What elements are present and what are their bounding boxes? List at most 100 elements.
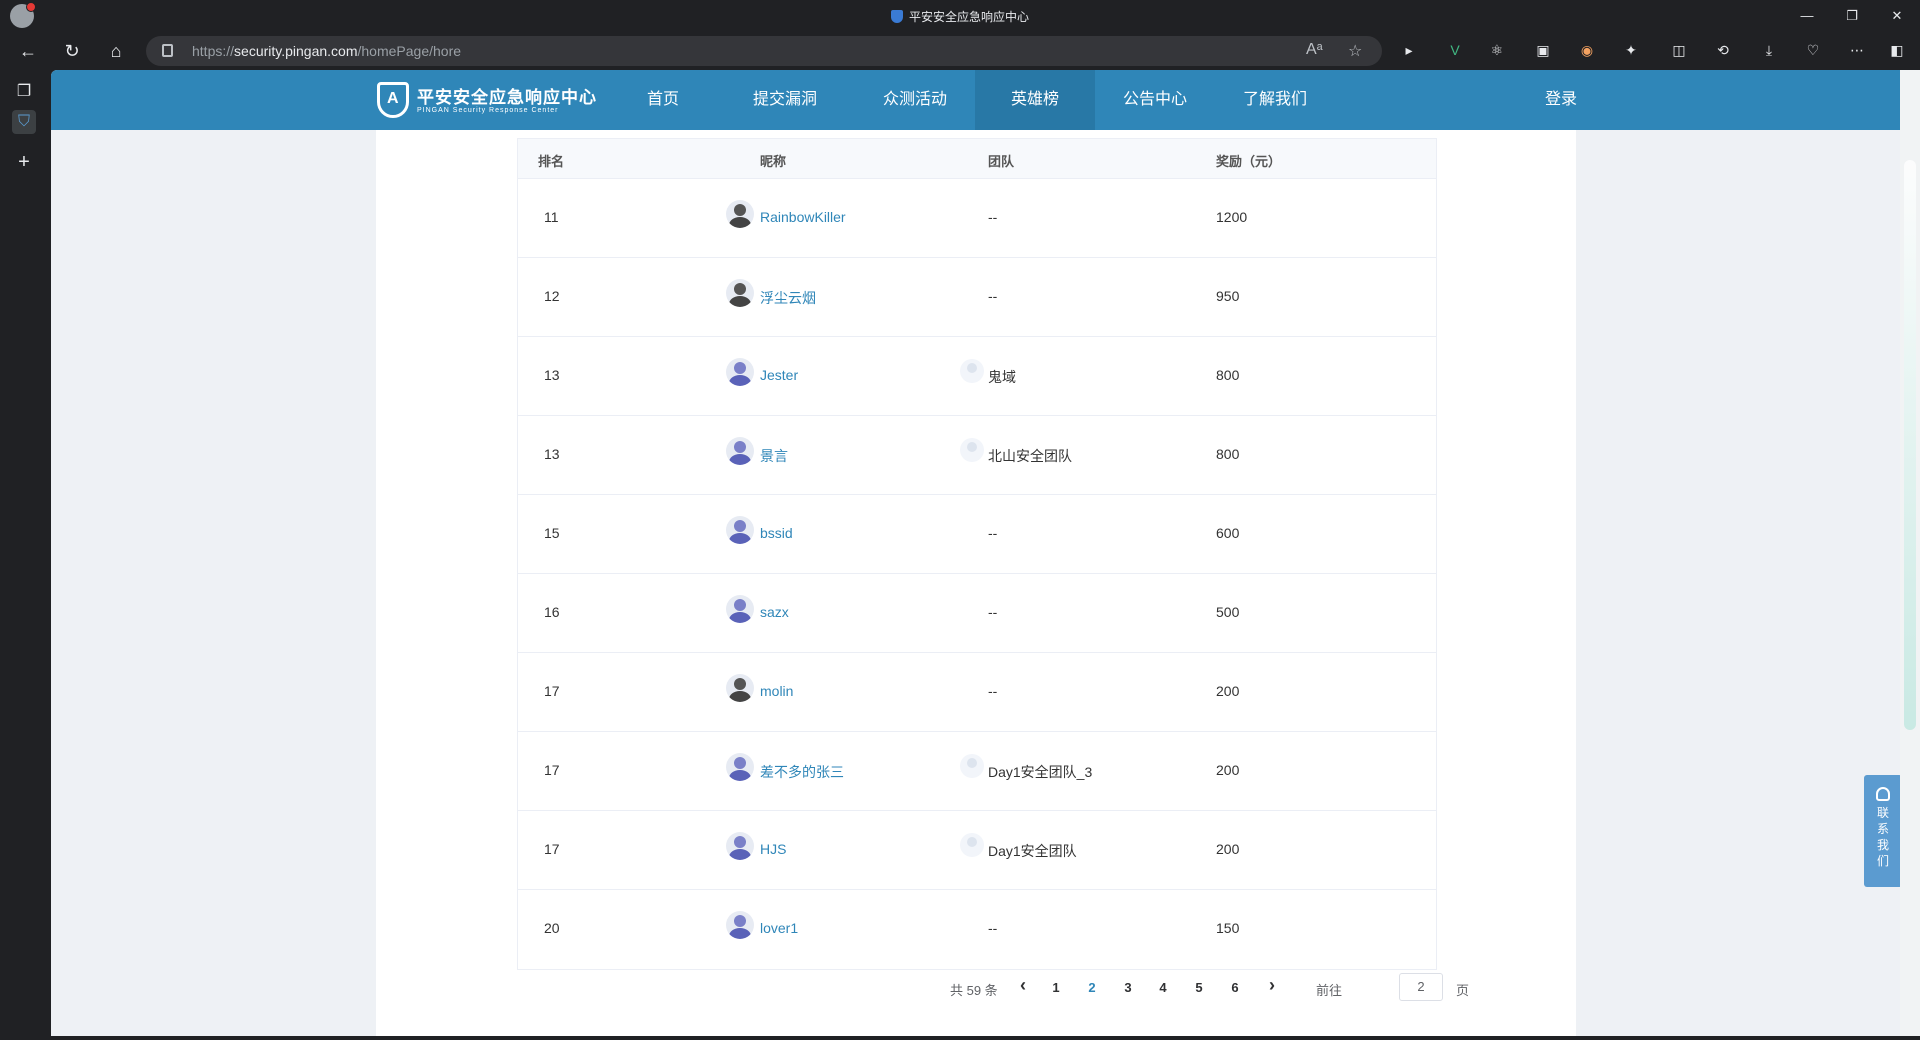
site-logo[interactable]: 平安安全应急响应中心 PINGAN Security Response Cent… xyxy=(377,82,596,120)
user-avatar[interactable] xyxy=(726,832,754,860)
user-avatar[interactable] xyxy=(726,674,754,702)
nav-hall-of-fame[interactable]: 英雄榜 xyxy=(975,70,1095,130)
rank-cell: 17 xyxy=(544,841,560,857)
page-1[interactable]: 1 xyxy=(1046,980,1066,995)
rank-cell: 15 xyxy=(544,525,560,541)
page-2[interactable]: 2 xyxy=(1082,980,1102,995)
user-avatar[interactable] xyxy=(726,753,754,781)
page-6[interactable]: 6 xyxy=(1225,980,1245,995)
reward-cell: 950 xyxy=(1216,288,1240,304)
nav-announcements[interactable]: 公告中心 xyxy=(1095,70,1215,130)
nav-about-us[interactable]: 了解我们 xyxy=(1215,70,1335,130)
download-icon[interactable]: ⤓ xyxy=(1760,41,1778,59)
new-tab-icon[interactable]: + xyxy=(12,150,36,174)
login-link[interactable]: 登录 xyxy=(1521,70,1601,130)
active-tab-shield-icon[interactable]: ⛉ xyxy=(12,110,36,134)
home-icon[interactable]: ⌂ xyxy=(104,39,128,63)
next-page-button[interactable]: › xyxy=(1262,975,1282,996)
team-cell: -- xyxy=(988,525,998,541)
rank-cell: 12 xyxy=(544,288,560,304)
nickname-link[interactable]: HJS xyxy=(760,841,786,857)
browser-toolbar: ← ↻ ⌂ https://security.pingan.com/homePa… xyxy=(0,32,1920,70)
history-icon[interactable]: ⟲ xyxy=(1714,41,1732,59)
user-avatar[interactable] xyxy=(726,279,754,307)
table-body: 11 RainbowKiller -- 1200 12 浮尘云烟 -- 950 13 Jester… xyxy=(518,179,1436,969)
shield-icon xyxy=(890,10,903,23)
goto-page-input[interactable]: 2 xyxy=(1399,973,1443,1001)
leaderboard-table: 排名 昵称 团队 奖励（元） 11 RainbowKiller -- 1200 12 浮尘… xyxy=(517,138,1437,970)
nickname-link[interactable]: sazx xyxy=(760,604,789,620)
vue-devtools-icon[interactable]: V xyxy=(1446,41,1464,59)
prev-page-button[interactable]: ‹ xyxy=(1013,975,1033,996)
site-header: 平安安全应急响应中心 PINGAN Security Response Cent… xyxy=(51,70,1900,130)
tab-actions-icon[interactable]: ❐ xyxy=(12,80,36,104)
page-viewport: 平安安全应急响应中心 PINGAN Security Response Cent… xyxy=(51,70,1900,1036)
play-icon[interactable]: ▸ xyxy=(1400,41,1418,59)
user-avatar[interactable] xyxy=(726,516,754,544)
nickname-link[interactable]: Jester xyxy=(760,367,798,383)
table-row: 15 bssid -- 600 xyxy=(518,495,1436,574)
goto-label: 前往 xyxy=(1316,983,1343,998)
logo-subtitle: PINGAN Security Response Center xyxy=(417,107,559,114)
contact-us-label: 联系我们 xyxy=(1876,806,1889,868)
minimize-button[interactable]: — xyxy=(1797,6,1817,26)
avatar-extension-icon[interactable]: ◉ xyxy=(1578,41,1596,59)
header-rank: 排名 xyxy=(538,154,565,169)
contact-us-button[interactable]: 联系我们 xyxy=(1864,775,1900,887)
user-avatar[interactable] xyxy=(726,358,754,386)
table-row: 16 sazx -- 500 xyxy=(518,574,1436,653)
puzzle-extensions-icon[interactable]: ✦ xyxy=(1622,41,1640,59)
more-menu-icon[interactable]: ⋯ xyxy=(1848,41,1866,59)
rank-cell: 13 xyxy=(544,446,560,462)
goto-suffix: 页 xyxy=(1456,983,1470,998)
table-row: 17 HJS Day1安全团队 200 xyxy=(518,811,1436,890)
team-avatar xyxy=(960,438,984,462)
page-5[interactable]: 5 xyxy=(1189,980,1209,995)
react-devtools-icon[interactable]: ⚛ xyxy=(1488,41,1506,59)
url-text[interactable]: https://security.pingan.com/homePage/hor… xyxy=(192,43,461,59)
rank-cell: 17 xyxy=(544,762,560,778)
table-row: 20 lover1 -- 150 xyxy=(518,890,1436,969)
nickname-link[interactable]: lover1 xyxy=(760,920,798,936)
user-avatar[interactable] xyxy=(726,200,754,228)
team-cell: -- xyxy=(988,288,998,304)
rank-cell: 11 xyxy=(544,209,559,225)
table-header: 排名 昵称 团队 奖励（元） xyxy=(518,139,1436,179)
nav-home[interactable]: 首页 xyxy=(611,70,715,130)
refresh-icon[interactable]: ↻ xyxy=(60,39,84,63)
extension-icon[interactable]: ▣ xyxy=(1534,41,1552,59)
user-avatar[interactable] xyxy=(726,911,754,939)
header-nickname: 昵称 xyxy=(760,154,787,169)
window-title: 平安安全应急响应中心 xyxy=(0,8,1920,25)
table-row: 11 RainbowKiller -- 1200 xyxy=(518,179,1436,258)
split-screen-icon[interactable]: ◫ xyxy=(1670,41,1688,59)
performance-icon[interactable]: ♡ xyxy=(1804,41,1822,59)
sidebar-toggle-icon[interactable]: ◧ xyxy=(1888,41,1906,59)
pagination-total: 共 59 条 xyxy=(950,983,998,998)
url-host: security.pingan.com xyxy=(234,43,358,59)
back-icon[interactable]: ← xyxy=(16,39,40,63)
reward-cell: 150 xyxy=(1216,920,1240,936)
user-avatar[interactable] xyxy=(726,437,754,465)
favorite-star-icon[interactable]: ☆ xyxy=(1348,41,1362,61)
nickname-link[interactable]: 景言 xyxy=(760,446,788,466)
nickname-link[interactable]: 浮尘云烟 xyxy=(760,288,816,308)
browser-titlebar: 平安安全应急响应中心 — ❐ ✕ xyxy=(0,0,1920,32)
page-3[interactable]: 3 xyxy=(1118,980,1138,995)
nickname-link[interactable]: 差不多的张三 xyxy=(760,762,844,782)
window-title-text: 平安安全应急响应中心 xyxy=(908,10,1029,24)
table-row: 13 Jester 鬼域 800 xyxy=(518,337,1436,416)
nav-crowd-test[interactable]: 众测活动 xyxy=(855,70,975,130)
nav-submit-vuln[interactable]: 提交漏洞 xyxy=(715,70,855,130)
page-scrollbar[interactable] xyxy=(1900,70,1920,1036)
nickname-link[interactable]: RainbowKiller xyxy=(760,209,846,225)
close-button[interactable]: ✕ xyxy=(1887,6,1907,26)
user-avatar[interactable] xyxy=(726,595,754,623)
restore-button[interactable]: ❐ xyxy=(1842,6,1862,26)
page-4[interactable]: 4 xyxy=(1153,980,1173,995)
nickname-link[interactable]: bssid xyxy=(760,525,793,541)
read-aloud-icon[interactable]: Aᵃ xyxy=(1306,41,1323,59)
address-bar[interactable]: https://security.pingan.com/homePage/hor… xyxy=(146,36,1382,66)
reward-cell: 200 xyxy=(1216,683,1240,699)
nickname-link[interactable]: molin xyxy=(760,683,793,699)
